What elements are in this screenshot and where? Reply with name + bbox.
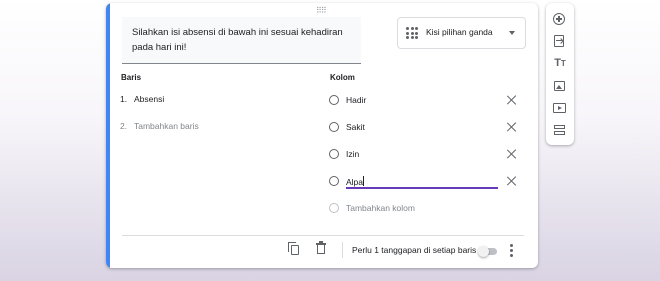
question-type-dropdown[interactable]: Kisi pilihan ganda — [397, 17, 526, 49]
row-label[interactable]: Absensi — [134, 94, 164, 104]
question-card[interactable]: ⠿⠿ Silahkan isi absensi di bawah ini ses… — [106, 3, 538, 268]
question-type-label: Kisi pilihan ganda — [426, 27, 493, 37]
required-toggle-label: Perlu 1 tanggapan di setiap baris — [352, 245, 477, 255]
toggle-knob — [478, 246, 489, 257]
rows-header: Baris — [121, 73, 142, 82]
columns-header: Kolom — [330, 73, 355, 82]
radio-circle-icon — [329, 122, 339, 132]
remove-column-close-icon[interactable] — [506, 175, 518, 187]
question-title-text[interactable]: Silahkan isi absensi di bawah ini sesuai… — [132, 25, 358, 55]
radio-circle-icon — [329, 203, 339, 213]
add-section-icon[interactable] — [553, 124, 567, 138]
duplicate-copy-icon[interactable] — [288, 242, 300, 255]
row-number: 2. — [120, 121, 128, 131]
column-label: Alpa — [346, 177, 364, 187]
delete-trash-icon[interactable] — [316, 241, 326, 255]
active-input-underline — [346, 187, 498, 189]
question-title-field[interactable]: Silahkan isi absensi di bawah ini sesuai… — [122, 17, 361, 64]
radio-circle-icon — [329, 149, 339, 159]
drag-handle-icon[interactable]: ⠿⠿ — [316, 7, 327, 15]
column-label[interactable]: Hadir — [346, 95, 366, 106]
footer-vertical-divider — [342, 242, 343, 258]
add-image-icon[interactable] — [553, 80, 567, 94]
add-row-option[interactable]: 2. Tambahkan baris — [120, 121, 199, 131]
more-options-icon[interactable] — [510, 244, 514, 257]
add-title-icon[interactable]: TT — [553, 57, 567, 71]
add-column-label[interactable]: Tambahkan kolom — [346, 203, 415, 214]
footer-divider-line — [122, 235, 524, 236]
row-item[interactable]: 1. Absensi — [120, 94, 164, 104]
multiple-choice-grid-icon — [406, 27, 418, 39]
active-card-accent-bar — [106, 3, 110, 268]
column-label[interactable]: Sakit — [346, 122, 365, 133]
remove-column-close-icon[interactable] — [506, 121, 518, 133]
radio-circle-icon — [329, 176, 339, 186]
floating-toolbar: TT — [546, 3, 574, 145]
chevron-down-icon — [509, 31, 515, 35]
add-question-icon[interactable] — [553, 13, 567, 27]
radio-circle-icon — [329, 95, 339, 105]
text-cursor — [363, 176, 365, 186]
add-row-label[interactable]: Tambahkan baris — [134, 121, 199, 131]
add-video-icon[interactable] — [553, 102, 567, 116]
required-toggle[interactable] — [478, 246, 498, 257]
row-number: 1. — [120, 94, 128, 104]
remove-column-close-icon[interactable] — [506, 94, 518, 106]
column-label[interactable]: Izin — [346, 149, 359, 160]
remove-column-close-icon[interactable] — [506, 148, 518, 160]
import-questions-icon[interactable] — [553, 35, 567, 49]
